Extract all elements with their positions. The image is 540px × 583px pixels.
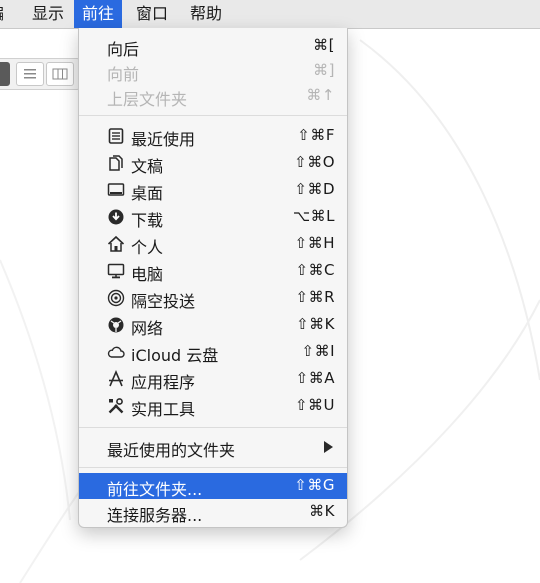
menu-item-network[interactable]: 网络 ⇧⌘K <box>79 312 347 338</box>
menu-item-label: 前往文件夹... <box>107 480 203 499</box>
menu-item-forward: 向前 ⌘] <box>79 58 347 84</box>
menu-item-shortcut: ⇧⌘H <box>294 234 335 252</box>
column-view-icon <box>52 68 68 80</box>
menu-item-desktop[interactable]: 桌面 ⇧⌘D <box>79 177 347 203</box>
menu-item-label: 桌面 <box>131 184 164 203</box>
menu-item-downloads[interactable]: 下载 ⌥⌘L <box>79 204 347 230</box>
menu-bar: 编辑 显示 前往 窗口 帮助 <box>0 0 540 29</box>
utilities-icon <box>108 398 124 414</box>
menu-item-label: 实用工具 <box>131 400 196 419</box>
menu-item-label: 上层文件夹 <box>107 90 188 109</box>
menu-separator <box>79 467 347 468</box>
list-view-icon <box>24 69 36 79</box>
menubar-item-window[interactable]: 窗口 <box>128 0 176 28</box>
menu-item-shortcut: ⌘[ <box>313 36 335 54</box>
menu-item-back[interactable]: 向后 ⌘[ <box>79 33 347 59</box>
menu-item-shortcut: ⇧⌘D <box>294 180 335 198</box>
applications-icon <box>109 370 123 387</box>
submenu-arrow-icon <box>324 441 333 453</box>
menu-item-shortcut: ⇧⌘C <box>295 261 335 279</box>
menu-item-label: 最近使用 <box>131 130 196 149</box>
column-view-button[interactable] <box>46 62 74 86</box>
desktop-icon <box>107 183 125 196</box>
menu-item-documents[interactable]: 文稿 ⇧⌘O <box>79 150 347 176</box>
menubar-item-label: 编辑 <box>0 4 4 28</box>
menu-item-shortcut: ⌘↑ <box>306 86 335 104</box>
downloads-icon <box>108 209 124 225</box>
list-view-button[interactable] <box>16 62 44 86</box>
menu-item-utilities[interactable]: 实用工具 ⇧⌘U <box>79 393 347 419</box>
menu-item-enclosing-folder: 上层文件夹 ⌘↑ <box>79 83 347 109</box>
menu-item-shortcut: ⇧⌘A <box>295 369 335 387</box>
menu-item-go-to-folder[interactable]: 前往文件夹... ⇧⌘G <box>79 473 347 499</box>
menu-item-shortcut: ⇧⌘K <box>296 315 335 333</box>
menu-item-label: 连接服务器... <box>107 506 203 525</box>
menu-item-airdrop[interactable]: 隔空投送 ⇧⌘R <box>79 285 347 311</box>
computer-icon <box>107 263 125 279</box>
menu-item-label: 向后 <box>107 40 140 59</box>
menu-item-shortcut: ⇧⌘O <box>294 153 335 171</box>
menu-item-computer[interactable]: 电脑 ⇧⌘C <box>79 258 347 284</box>
menu-item-shortcut: ⌘K <box>309 502 335 520</box>
menu-item-applications[interactable]: 应用程序 ⇧⌘A <box>79 366 347 392</box>
icon-view-button[interactable] <box>0 62 10 86</box>
menu-item-shortcut: ⇧⌘U <box>294 396 335 414</box>
menu-item-label: 应用程序 <box>131 373 196 392</box>
menu-item-label: 下载 <box>131 211 164 230</box>
menu-item-shortcut: ⇧⌘R <box>295 288 335 306</box>
menubar-item-label: 帮助 <box>190 4 223 23</box>
menu-separator <box>79 115 347 116</box>
menu-item-label: 隔空投送 <box>131 292 196 311</box>
menu-item-label: 文稿 <box>131 157 164 176</box>
menu-item-icloud-drive[interactable]: iCloud 云盘 ⇧⌘I <box>79 339 347 365</box>
menubar-item-view[interactable]: 显示 <box>24 0 72 28</box>
menu-item-shortcut: ⌥⌘L <box>292 207 335 225</box>
menubar-item-go[interactable]: 前往 <box>74 0 123 28</box>
recents-icon <box>108 128 124 144</box>
menubar-item-label: 显示 <box>32 4 65 23</box>
menu-item-shortcut: ⌘] <box>313 61 335 79</box>
menu-item-label: 电脑 <box>131 265 164 284</box>
menu-item-label: iCloud 云盘 <box>131 346 219 365</box>
menu-item-shortcut: ⇧⌘F <box>297 126 335 144</box>
network-icon <box>108 317 124 333</box>
menu-item-label: 网络 <box>131 319 164 338</box>
menu-item-connect-to-server[interactable]: 连接服务器... ⌘K <box>79 499 347 525</box>
menubar-item-label: 前往 <box>82 4 115 23</box>
menu-item-recents[interactable]: 最近使用 ⇧⌘F <box>79 123 347 149</box>
menubar-item-help[interactable]: 帮助 <box>182 0 230 28</box>
airdrop-icon <box>107 289 125 307</box>
menubar-item-label: 窗口 <box>136 4 169 23</box>
menu-item-recent-folders[interactable]: 最近使用的文件夹 <box>79 434 347 460</box>
menu-item-label: 向前 <box>107 65 140 84</box>
menu-item-label: 个人 <box>131 238 164 257</box>
icloud-icon <box>107 346 125 358</box>
menu-item-home[interactable]: 个人 ⇧⌘H <box>79 231 347 257</box>
menu-item-shortcut: ⇧⌘I <box>301 342 335 360</box>
home-icon <box>107 235 125 252</box>
menu-separator <box>79 427 347 428</box>
documents-icon <box>109 155 123 171</box>
view-mode-control <box>0 58 81 90</box>
menubar-item-edit[interactable]: 编辑 <box>0 0 18 28</box>
go-menu: 向后 ⌘[ 向前 ⌘] 上层文件夹 ⌘↑ 最近使用 ⇧⌘F 文稿 ⇧⌘O 桌面 … <box>78 28 348 528</box>
menu-item-label: 最近使用的文件夹 <box>107 441 236 460</box>
menu-item-shortcut: ⇧⌘G <box>294 476 335 494</box>
